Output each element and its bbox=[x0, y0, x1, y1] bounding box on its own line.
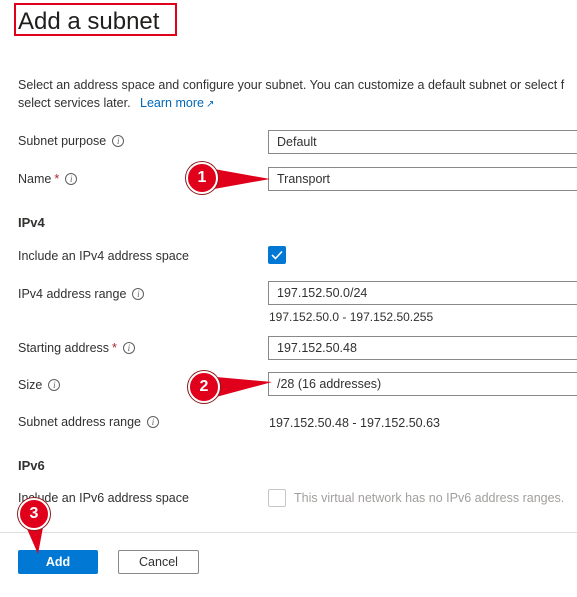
footer-divider bbox=[0, 532, 577, 533]
ipv4-range-dropdown[interactable]: 197.152.50.0/24 bbox=[268, 281, 577, 305]
name-value: Transport bbox=[277, 172, 331, 186]
ipv4-heading: IPv4 bbox=[18, 215, 45, 230]
subnet-range-value: 197.152.50.48 - 197.152.50.63 bbox=[269, 416, 440, 430]
callout-arrow-1 bbox=[214, 169, 270, 189]
callout-badge-3: 3 bbox=[18, 498, 50, 530]
callout-badge-1: 1 bbox=[186, 162, 218, 194]
include-ipv4-label: Include an IPv4 address space bbox=[18, 249, 189, 263]
description: Select an address space and configure yo… bbox=[18, 76, 577, 114]
info-icon[interactable]: i bbox=[132, 288, 145, 300]
learn-more-link[interactable]: Learn more ↗ bbox=[140, 96, 214, 110]
subnet-range-label: Subnet address range i bbox=[18, 415, 160, 429]
checkmark-icon bbox=[271, 250, 283, 260]
required-marker: * bbox=[54, 172, 60, 186]
ipv4-range-value: 197.152.50.0/24 bbox=[277, 286, 368, 300]
starting-address-value: 197.152.50.48 bbox=[277, 341, 357, 355]
callout-badge-2: 2 bbox=[188, 371, 220, 403]
ipv6-heading: IPv6 bbox=[18, 458, 45, 473]
ipv4-range-hint: 197.152.50.0 - 197.152.50.255 bbox=[269, 310, 434, 324]
size-value: /28 (16 addresses) bbox=[277, 377, 382, 391]
starting-address-label: Starting address * i bbox=[18, 341, 135, 355]
subnet-purpose-dropdown[interactable]: Default bbox=[268, 130, 577, 154]
description-line-1: Select an address space and configure yo… bbox=[18, 78, 565, 92]
size-label: Size i bbox=[18, 378, 61, 392]
external-link-icon: ↗ bbox=[205, 99, 215, 110]
description-line-2: select services later. bbox=[18, 96, 131, 110]
cancel-button[interactable]: Cancel bbox=[118, 550, 199, 574]
name-input[interactable]: Transport bbox=[268, 167, 577, 191]
info-icon[interactable]: i bbox=[48, 379, 61, 391]
page-title: Add a subnet bbox=[18, 8, 160, 35]
include-ipv6-checkbox[interactable] bbox=[268, 489, 286, 507]
subnet-purpose-label: Subnet purpose i bbox=[18, 134, 125, 148]
info-icon[interactable]: i bbox=[112, 135, 125, 147]
size-dropdown[interactable]: /28 (16 addresses) bbox=[268, 372, 577, 396]
info-icon[interactable]: i bbox=[122, 342, 135, 354]
callout-arrow-2 bbox=[216, 377, 272, 397]
starting-address-input[interactable]: 197.152.50.48 bbox=[268, 336, 577, 360]
include-ipv4-checkbox[interactable] bbox=[268, 246, 286, 264]
ipv6-disabled-text: This virtual network has no IPv6 address… bbox=[294, 491, 565, 505]
info-icon[interactable]: i bbox=[65, 173, 78, 185]
required-marker: * bbox=[112, 341, 117, 355]
name-label: Name * i bbox=[18, 172, 78, 186]
info-icon[interactable]: i bbox=[147, 416, 160, 428]
ipv4-range-label: IPv4 address range i bbox=[18, 287, 145, 301]
subnet-purpose-value: Default bbox=[277, 135, 317, 149]
